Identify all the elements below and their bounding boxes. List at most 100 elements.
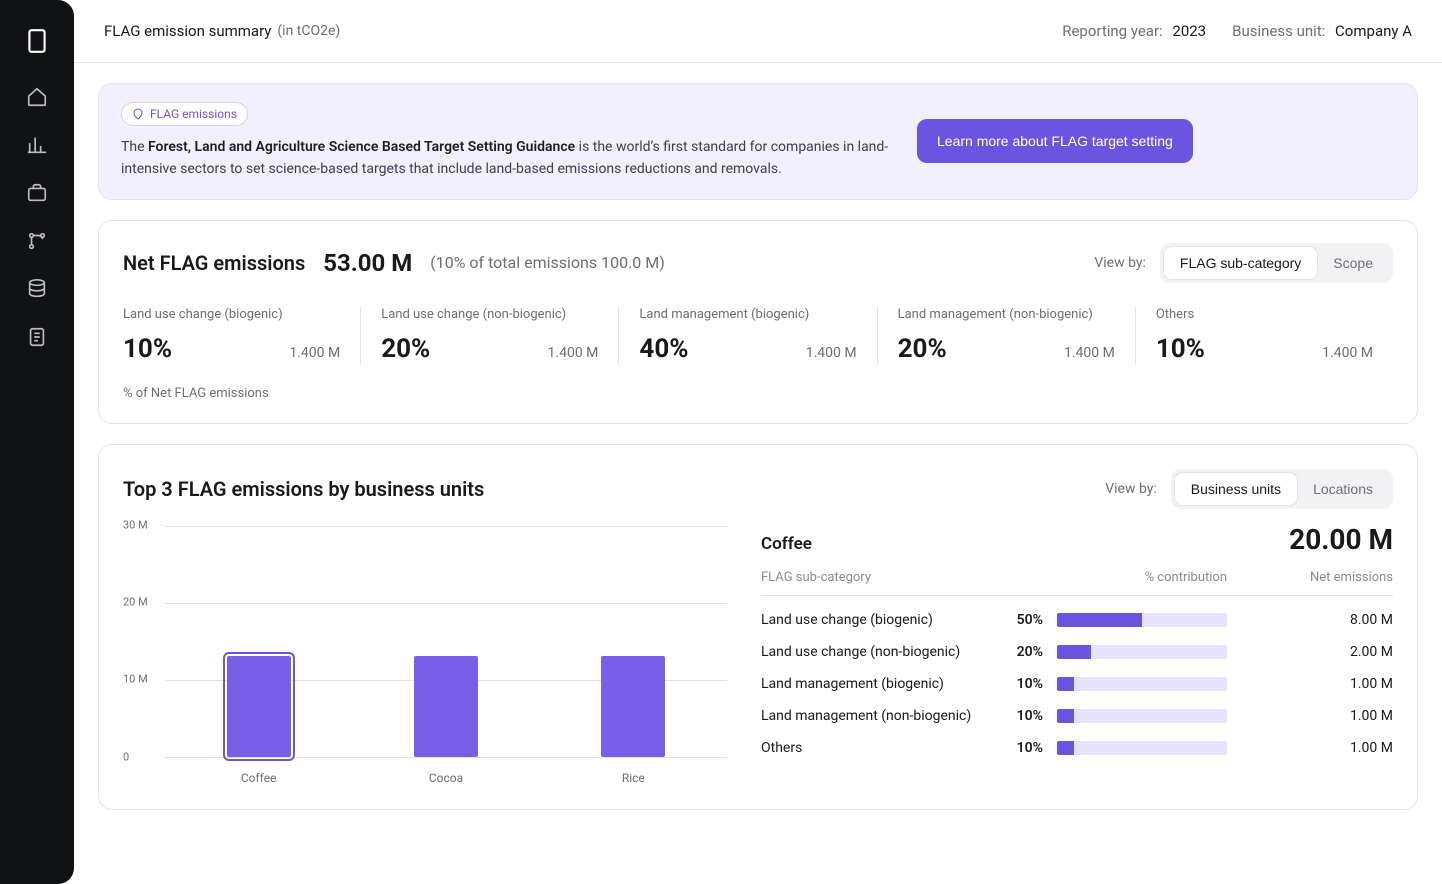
- row-pct: 20%: [1017, 644, 1043, 660]
- col-net-emissions: Net emissions: [1243, 570, 1393, 585]
- net-stats-footer: % of Net FLAG emissions: [123, 386, 1393, 401]
- stat-label: Land use change (non-biogenic): [381, 307, 598, 322]
- top3-card: Top 3 FLAG emissions by business units V…: [98, 444, 1418, 810]
- info-banner: FLAG emissions The Forest, Land and Agri…: [98, 83, 1418, 200]
- y-tick-label: 0: [123, 750, 129, 763]
- leaf-icon: [132, 108, 144, 120]
- contribution-bar: [1057, 645, 1227, 659]
- details-row: Land management (non-biogenic) 10% 1.00 M: [761, 708, 1393, 724]
- row-pct: 10%: [1017, 708, 1043, 724]
- stat-item: Land management (biogenic) 40% 1.400 M: [619, 307, 877, 364]
- stat-label: Land use change (biogenic): [123, 307, 340, 322]
- x-tick-label: Coffee: [227, 771, 291, 785]
- analytics-icon[interactable]: [26, 134, 48, 156]
- bar-rice[interactable]: [601, 656, 665, 757]
- net-sub: (10% of total emissions 100.0 M): [430, 253, 665, 272]
- stat-amount: 1.400 M: [289, 345, 340, 361]
- row-emissions: 1.00 M: [1243, 740, 1393, 756]
- net-stats: Land use change (biogenic)10%1.400 MLand…: [123, 307, 1393, 364]
- business-unit-label: Business unit:: [1232, 22, 1325, 40]
- sidebar: [0, 0, 74, 884]
- x-tick-label: Rice: [601, 771, 665, 785]
- y-tick-label: 30 M: [123, 518, 148, 531]
- stat-item: Land use change (non-biogenic) 20% 1.400 M: [361, 307, 619, 364]
- row-emissions: 1.00 M: [1243, 708, 1393, 724]
- stat-item: Others 10% 1.400 M: [1136, 307, 1393, 364]
- row-label: Land management (biogenic): [761, 676, 1007, 692]
- net-value: 53.00 M: [323, 249, 412, 277]
- stat-pct: 20%: [898, 334, 947, 364]
- home-icon[interactable]: [26, 86, 48, 108]
- stat-label: Others: [1156, 307, 1373, 322]
- app-logo: [24, 28, 50, 54]
- bar-cocoa[interactable]: [414, 656, 478, 757]
- branch-icon[interactable]: [26, 230, 48, 252]
- contribution-bar: [1057, 709, 1227, 723]
- briefcase-icon[interactable]: [26, 182, 48, 204]
- net-view-toggle: FLAG sub-category Scope: [1160, 243, 1393, 283]
- learn-more-button[interactable]: Learn more about FLAG target setting: [917, 119, 1193, 163]
- stat-item: Land management (non-biogenic) 20% 1.400 M: [878, 307, 1136, 364]
- main: FLAG emission summary (in tCO2e) Reporti…: [74, 0, 1442, 884]
- stat-amount: 1.400 M: [806, 345, 857, 361]
- row-label: Others: [761, 740, 1007, 756]
- details-row: Land use change (biogenic) 50% 8.00 M: [761, 612, 1393, 628]
- row-pct: 50%: [1017, 612, 1043, 628]
- y-tick-label: 20 M: [123, 596, 148, 609]
- top3-title: Top 3 FLAG emissions by business units: [123, 477, 484, 501]
- row-emissions: 2.00 M: [1243, 644, 1393, 660]
- reporting-year[interactable]: Reporting year: 2023: [1062, 22, 1206, 40]
- bar-coffee[interactable]: [227, 656, 291, 757]
- top3-view-toggle: Business units Locations: [1171, 469, 1393, 509]
- banner-text: The Forest, Land and Agriculture Science…: [121, 136, 901, 181]
- stat-amount: 1.400 M: [1064, 345, 1115, 361]
- document-icon[interactable]: [26, 326, 48, 348]
- details-value: 20.00 M: [1289, 523, 1393, 556]
- stat-item: Land use change (biogenic) 10% 1.400 M: [123, 307, 361, 364]
- toggle-locations[interactable]: Locations: [1297, 473, 1389, 505]
- stat-label: Land management (biogenic): [639, 307, 856, 322]
- net-flag-card: Net FLAG emissions 53.00 M (10% of total…: [98, 220, 1418, 424]
- details-row: Others 10% 1.00 M: [761, 740, 1393, 756]
- toggle-scope[interactable]: Scope: [1317, 247, 1389, 279]
- net-title: Net FLAG emissions: [123, 251, 305, 275]
- reporting-year-label: Reporting year:: [1062, 22, 1162, 40]
- toggle-business-units[interactable]: Business units: [1175, 473, 1297, 505]
- stat-amount: 1.400 M: [548, 345, 599, 361]
- topbar: FLAG emission summary (in tCO2e) Reporti…: [74, 0, 1442, 63]
- details-row: Land use change (non-biogenic)20%2.00 M: [761, 644, 1393, 660]
- contribution-bar: [1057, 741, 1227, 755]
- flag-emissions-badge: FLAG emissions: [121, 102, 248, 126]
- badge-label: FLAG emissions: [150, 107, 237, 121]
- top3-viewby-label: View by:: [1105, 481, 1157, 497]
- bar-chart: CoffeeCocoaRice 010 M20 M30 M: [123, 525, 727, 785]
- toggle-flag-subcategory[interactable]: FLAG sub-category: [1164, 247, 1317, 279]
- details-row: Land management (biogenic)10%1.00 M: [761, 676, 1393, 692]
- database-icon[interactable]: [26, 278, 48, 300]
- stat-pct: 10%: [123, 334, 172, 364]
- reporting-year-value: 2023: [1172, 22, 1206, 40]
- contribution-bar: [1057, 677, 1227, 691]
- x-tick-label: Cocoa: [414, 771, 478, 785]
- row-emissions: 1.00 M: [1243, 676, 1393, 692]
- contribution-bar: [1057, 613, 1227, 627]
- stat-pct: 40%: [639, 334, 688, 364]
- business-unit[interactable]: Business unit: Company A: [1232, 22, 1412, 40]
- business-unit-value: Company A: [1335, 22, 1412, 40]
- stat-pct: 10%: [1156, 334, 1205, 364]
- page-title-unit: (in tCO2e): [277, 23, 340, 39]
- stat-label: Land management (non-biogenic): [898, 307, 1115, 322]
- row-pct: 10%: [1017, 740, 1043, 756]
- net-viewby-label: View by:: [1094, 255, 1146, 271]
- details-panel: Coffee 20.00 M FLAG sub-category % contr…: [761, 519, 1393, 785]
- col-contribution: % contribution: [1007, 570, 1243, 585]
- gridline: [165, 757, 727, 758]
- row-label: Land management (non-biogenic): [761, 708, 1007, 724]
- details-title: Coffee: [761, 534, 812, 554]
- row-label: Land use change (biogenic): [761, 612, 1007, 628]
- page-title: FLAG emission summary: [104, 22, 271, 40]
- stat-amount: 1.400 M: [1322, 345, 1373, 361]
- col-subcategory: FLAG sub-category: [761, 570, 1007, 585]
- row-emissions: 8.00 M: [1243, 612, 1393, 628]
- stat-pct: 20%: [381, 334, 430, 364]
